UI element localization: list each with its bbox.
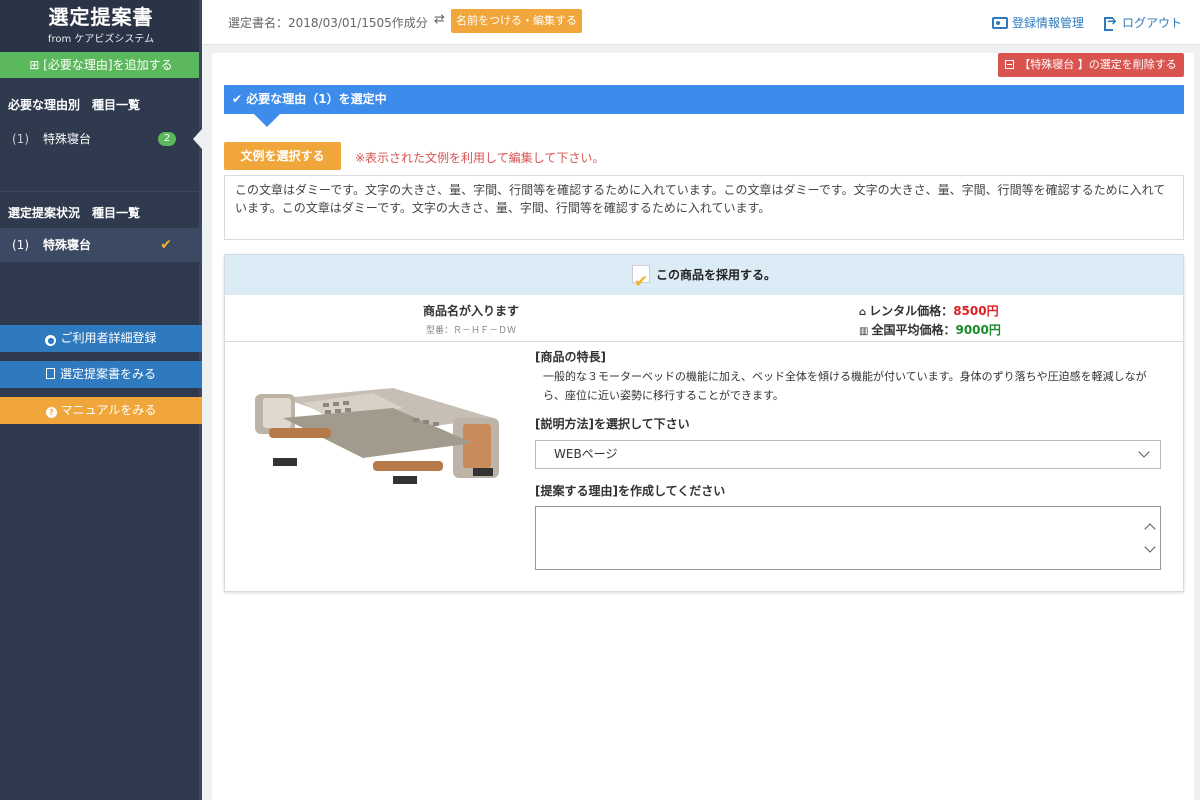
help-icon: ? [45, 407, 57, 418]
average-price: ▥ 全国平均価格：9000円 [859, 323, 1001, 337]
view-document-button[interactable]: 選定提案書をみる [0, 361, 202, 388]
reason-section-title: 必要な理由別 種目一覧 [8, 98, 141, 112]
adopt-product-toggle[interactable]: この商品を採用する。 [225, 255, 1183, 302]
reason-item-num: (1) [12, 132, 29, 146]
select-example-button[interactable]: 文例を選択する [224, 142, 341, 170]
status-item-1[interactable]: (1) 特殊寝台 ✔ [0, 228, 202, 262]
reason-selected-bar: ✔ 必要な理由（1）を選定中 [224, 85, 1184, 127]
delete-selection-button[interactable]: 【特殊寝台 】の選定を削除する [998, 53, 1184, 77]
chevron-down-icon [1138, 446, 1150, 458]
product-info: 商品名が入ります 型番：Ｒ－ＨＦ－ＤＷ ⌂ レンタル価格：8500円 ▥ 全国平均価… [225, 295, 1183, 342]
scroll-up-icon[interactable] [1144, 523, 1156, 535]
product-name: 商品名が入ります [422, 304, 519, 318]
status-section-title: 選定提案状況 種目一覧 [8, 206, 141, 220]
document-name: 選定書名：2018/03/01/1505作成分 [228, 16, 428, 30]
brand: 選定提案書 from ケアビズシステム [0, 0, 202, 52]
document-icon [45, 368, 55, 379]
user-register-button[interactable]: ● ご利用者詳細登録 [0, 325, 202, 352]
manual-button[interactable]: ? マニュアルをみる [0, 397, 202, 424]
swap-icon: ⇄ [434, 12, 445, 27]
header: 選定書名：2018/03/01/1505作成分 ⇄ 名前をつける・編集する 登録… [202, 0, 1200, 45]
reason-item-label: 特殊寝台 [43, 132, 92, 146]
rental-price: ⌂ レンタル価格：8500円 [859, 304, 999, 318]
product-image [255, 388, 499, 484]
minus-square-icon [1005, 60, 1015, 69]
bar-pointer [254, 114, 280, 127]
scroll-down-icon[interactable] [1144, 541, 1156, 553]
features-title: [商品の特長] [535, 350, 606, 364]
home-icon: ⌂ [859, 307, 867, 318]
logout-icon [1104, 14, 1118, 31]
brand-subtitle: from ケアビズシステム [47, 34, 155, 45]
main-panel: 【特殊寝台 】の選定を削除する ✔ 必要な理由（1）を選定中 文例を選択する ※… [212, 53, 1194, 800]
brand-title: 選定提案書 [48, 5, 154, 29]
features-text: 一般的な３モーターベッドの機能に加え、ベッド全体を傾ける機能が付いています。身体… [543, 370, 1147, 402]
method-select[interactable]: WEBページ [535, 440, 1161, 469]
method-title: [説明方法]を選択して下さい [535, 417, 690, 431]
logout-link[interactable]: ログアウト [1104, 14, 1182, 31]
sidebar: 選定提案書 from ケアビズシステム ⊞ [必要な理由]を追加する 必要な理由… [0, 0, 202, 800]
count-badge: 2 [158, 132, 176, 146]
status-item-num: (1) [12, 238, 29, 252]
chart-icon: ▥ [859, 326, 869, 337]
check-icon: ✔ [160, 237, 172, 253]
user-icon: ● [45, 335, 57, 346]
add-reason-button[interactable]: ⊞ [必要な理由]を追加する [0, 52, 202, 78]
status-item-label: 特殊寝台 [43, 238, 92, 252]
reason-textarea[interactable]: この文章はダミーです。文字の大きさ、量、字間、行間等を確認するために入れています… [224, 175, 1184, 240]
id-card-icon [992, 17, 1008, 29]
proposal-reason-title: [提案する理由]を作成してください [535, 484, 726, 498]
reason-item-1[interactable]: (1) 特殊寝台 2 [0, 122, 202, 156]
account-link[interactable]: 登録情報管理 [992, 14, 1084, 31]
rename-button[interactable]: 名前をつける・編集する [451, 9, 582, 33]
proposal-reason-textarea[interactable] [535, 506, 1161, 570]
product-card: この商品を採用する。 商品名が入ります 型番：Ｒ－ＨＦ－ＤＷ ⌂レンタル価格：8… [224, 254, 1184, 592]
example-note: ※表示された文例を利用して編集して下さい。 [355, 151, 605, 165]
active-notch [193, 129, 202, 149]
adopt-checkbox[interactable] [631, 262, 650, 302]
product-model: 型番：Ｒ－ＨＦ－ＤＷ [425, 326, 516, 336]
